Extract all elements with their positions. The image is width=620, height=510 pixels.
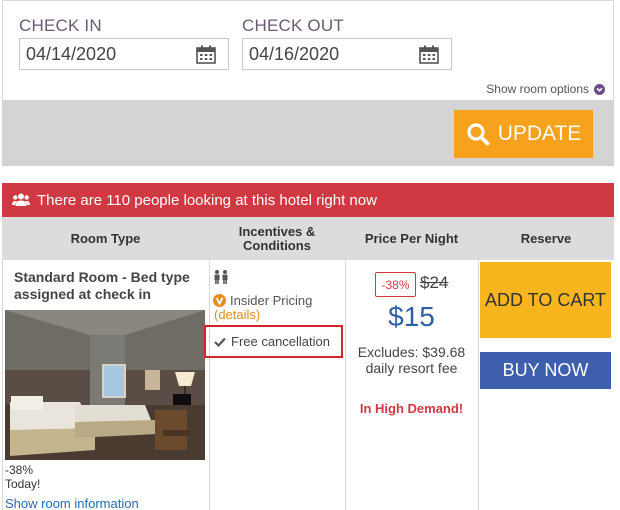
free-cancellation: Free cancellation — [204, 325, 343, 358]
discount-badge: -38% — [375, 272, 416, 297]
chevron-down-circle-icon — [594, 83, 605, 95]
users-icon — [12, 193, 30, 206]
show-room-options-label: Show room options — [486, 82, 589, 96]
column-divider — [209, 260, 210, 510]
high-demand-label: In High Demand! — [359, 401, 464, 416]
checkmark-icon — [214, 337, 226, 347]
table-header-row: Room Type Incentives & Conditions Price … — [2, 217, 614, 260]
search-icon — [467, 123, 490, 146]
header-room-type: Room Type — [70, 230, 141, 246]
original-price: $24 — [420, 273, 449, 292]
insider-badge-icon — [213, 294, 226, 307]
room-discount: -38% Today! — [5, 463, 40, 491]
header-reserve: Reserve — [520, 230, 572, 246]
insider-details-link[interactable]: (details) — [214, 307, 260, 322]
room-name: Standard Room - Bed type assigned at che… — [14, 269, 190, 302]
column-divider — [478, 260, 479, 510]
check-in-value: 04/14/2020 — [26, 44, 117, 64]
room-photo[interactable] — [5, 310, 205, 460]
room-discount-today: Today! — [5, 477, 41, 491]
hotel-room-image — [5, 310, 205, 460]
room-discount-percent: -38% — [5, 463, 34, 477]
check-out-label: CHECK OUT — [242, 16, 344, 35]
occupancy-icon — [214, 270, 228, 284]
free-cancellation-label: Free cancellation — [231, 334, 330, 349]
resort-fee-note: Excludes: $39.68 daily resort fee — [357, 344, 466, 376]
calendar-icon[interactable] — [196, 45, 216, 64]
update-button[interactable]: UPDATE — [454, 110, 593, 158]
check-out-field[interactable]: 04/16/2020 — [242, 38, 452, 70]
calendar-icon[interactable] — [419, 45, 439, 64]
header-price: Price Per Night — [364, 230, 459, 246]
buy-now-button[interactable]: BUY NOW — [480, 352, 611, 389]
update-label: UPDATE — [497, 122, 582, 145]
column-divider — [345, 260, 346, 510]
date-search-panel: CHECK IN 04/14/2020 CHECK OUT 04/16/2020 — [2, 0, 614, 100]
insider-pricing: Insider Pricing — [213, 293, 312, 308]
viewers-alert: There are 110 people looking at this hot… — [2, 183, 614, 217]
show-room-information-link[interactable]: Show room information — [5, 496, 139, 510]
header-incentives: Incentives & Conditions — [238, 223, 316, 253]
check-in-field[interactable]: 04/14/2020 — [19, 38, 229, 70]
check-out-value: 04/16/2020 — [249, 44, 340, 64]
check-in-label: CHECK IN — [19, 16, 102, 35]
current-price: $15 — [388, 301, 435, 332]
viewers-alert-text: There are 110 people looking at this hot… — [37, 191, 377, 209]
show-room-options-link[interactable]: Show room options — [486, 82, 605, 96]
insider-pricing-label: Insider Pricing — [230, 293, 313, 308]
add-to-cart-button[interactable]: ADD TO CART — [480, 262, 611, 338]
